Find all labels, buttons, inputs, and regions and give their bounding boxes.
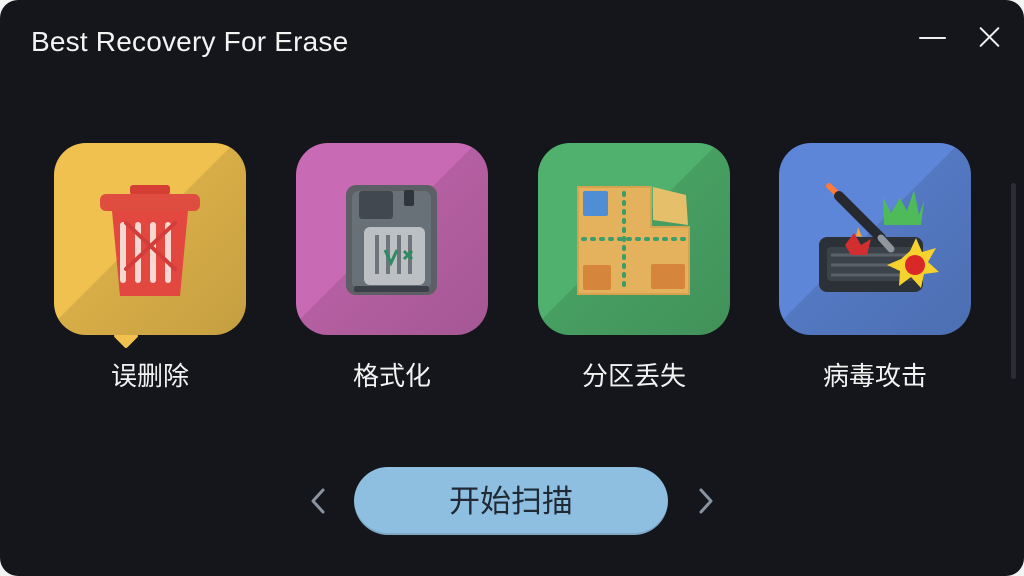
option-label-format: 格式化 xyxy=(352,361,431,391)
partition-map-icon xyxy=(577,186,690,295)
chevron-right-icon[interactable] xyxy=(694,487,718,515)
option-card-pink[interactable] xyxy=(296,143,488,335)
option-label-partition-loss: 分区丢失 xyxy=(581,361,686,391)
minimize-icon xyxy=(919,37,946,39)
minimize-button[interactable] xyxy=(915,20,949,54)
option-card-green[interactable] xyxy=(538,143,730,335)
app-window: Best Recovery For Erase 误删除 格式化 分区丢失 病毒攻… xyxy=(0,0,1024,576)
start-scan-button[interactable]: 开始扫描 xyxy=(354,467,668,535)
option-label-virus-attack: 病毒攻击 xyxy=(822,361,927,391)
scrollbar[interactable] xyxy=(1011,183,1016,379)
storage-card-icon xyxy=(346,185,437,295)
option-mistaken-deletion[interactable]: 误删除 xyxy=(54,143,246,391)
option-card-blue[interactable] xyxy=(779,143,971,335)
virus-attack-icon xyxy=(819,183,939,292)
chevron-left-icon[interactable] xyxy=(306,487,330,515)
option-label-mistaken-deletion: 误删除 xyxy=(110,361,189,391)
option-format[interactable]: 格式化 xyxy=(296,143,488,391)
option-virus-attack[interactable]: 病毒攻击 xyxy=(779,143,971,391)
trash-can-icon xyxy=(100,185,200,296)
option-partition-loss[interactable]: 分区丢失 xyxy=(538,143,730,391)
window-title: Best Recovery For Erase xyxy=(31,26,349,57)
close-button[interactable] xyxy=(972,20,1006,54)
option-card-yellow[interactable] xyxy=(54,143,246,335)
